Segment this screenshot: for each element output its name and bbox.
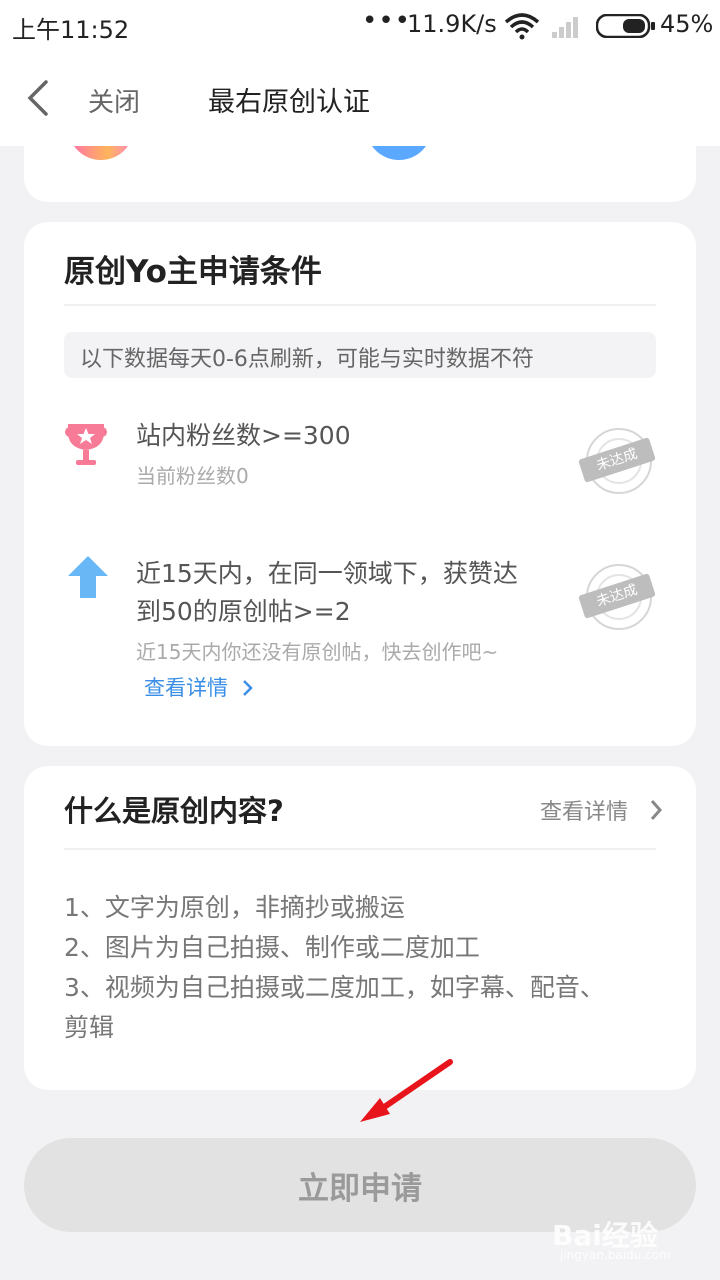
conditions-heading: 原创Yo主申请条件 bbox=[64, 254, 322, 290]
conditions-card: 原创Yo主申请条件 以下数据每天0-6点刷新，可能与实时数据不符 站内粉丝数>=… bbox=[24, 222, 696, 746]
status-dots: ••• bbox=[362, 6, 412, 36]
rule-text: 1、文字为原创，非摘抄或搬运 bbox=[64, 893, 405, 922]
refresh-notice: 以下数据每天0-6点刷新，可能与实时数据不符 bbox=[64, 332, 656, 378]
trophy-icon bbox=[65, 424, 107, 465]
back-chevron-icon[interactable] bbox=[22, 78, 54, 118]
rule-video: 3、视频为自己拍摄或二度加工，如字幕、配音、 bbox=[64, 973, 605, 1002]
divider bbox=[64, 848, 656, 850]
close-button[interactable]: 关闭 bbox=[88, 82, 140, 119]
condition-fans-title: 站内粉丝数>=300 bbox=[136, 421, 351, 450]
condition-likes-hint: 近15天内你还没有原创帖，快去创作吧~ bbox=[136, 640, 499, 664]
what-is-original-card: 什么是原创内容? 查看详情 1、文字为原创，非摘抄或搬运 2、图片为自己拍摄、制… bbox=[24, 766, 696, 1090]
status-time: 上午11:52 bbox=[12, 16, 130, 44]
not-achieved-stamp: 未达成 bbox=[578, 428, 658, 504]
condition-fans-current: 当前粉丝数0 bbox=[136, 464, 249, 488]
chevron-right-icon[interactable] bbox=[648, 798, 664, 822]
page-title: 最右原创认证 bbox=[208, 87, 370, 118]
view-details-link[interactable]: 查看详情 bbox=[144, 672, 255, 702]
nav-bar: 关闭 最右原创认证 bbox=[0, 52, 720, 146]
rule-image: 2、图片为自己拍摄、制作或二度加工 bbox=[64, 933, 480, 962]
up-arrow-icon bbox=[68, 556, 108, 598]
view-details-label: 查看详情 bbox=[144, 676, 228, 700]
condition-likes-title-line1: 近15天内，在同一领域下，获赞达 bbox=[136, 559, 518, 588]
rule-video-cont: 剪辑 bbox=[64, 1013, 115, 1042]
not-achieved-stamp: 未达成 bbox=[578, 564, 658, 640]
status-bar: 上午11:52 ••• 11.9K/s 45% bbox=[0, 0, 720, 52]
baidu-watermark-url: jingyan.baidu.com bbox=[560, 1248, 671, 1262]
chevron-right-icon bbox=[242, 680, 253, 696]
network-speed: 11.9K/s bbox=[407, 10, 497, 38]
original-heading: 什么是原创内容? bbox=[64, 794, 284, 828]
signal-icon bbox=[552, 17, 578, 38]
battery-icon bbox=[596, 14, 655, 38]
condition-likes-title-line2: 到50的原创帖>=2 bbox=[136, 597, 351, 626]
annotation-arrow-icon bbox=[360, 1059, 453, 1122]
battery-percent: 45% bbox=[660, 10, 714, 38]
wifi-icon bbox=[504, 13, 540, 40]
original-detail-link[interactable]: 查看详情 bbox=[540, 794, 628, 826]
divider bbox=[64, 304, 656, 306]
